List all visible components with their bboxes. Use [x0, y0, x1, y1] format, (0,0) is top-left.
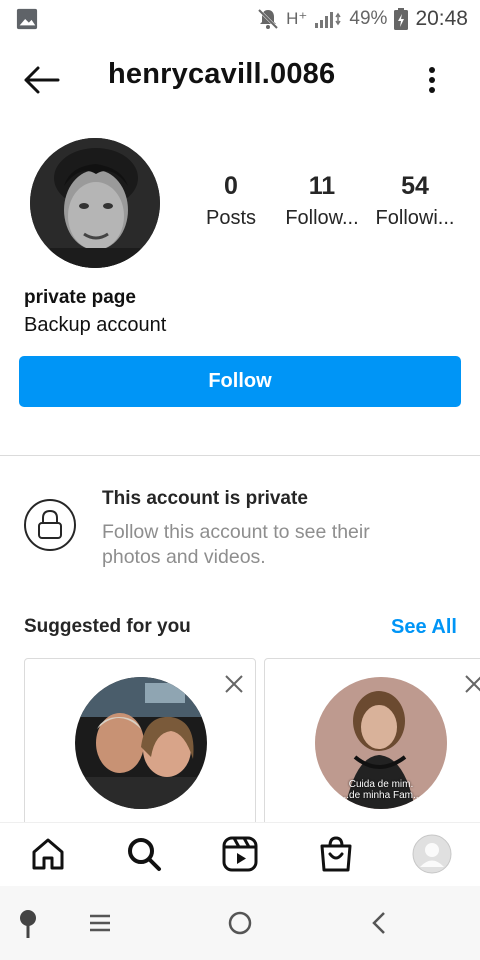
- home-circle-icon[interactable]: [224, 906, 256, 940]
- reels-icon[interactable]: [220, 834, 260, 874]
- home-icon[interactable]: [28, 834, 68, 874]
- stat-posts-value: 0: [224, 172, 238, 200]
- menu-icon[interactable]: [86, 906, 118, 940]
- stat-followers[interactable]: 11 Follow...: [282, 172, 362, 230]
- shop-icon[interactable]: [316, 834, 356, 874]
- suggested-title: Suggested for you: [24, 616, 191, 637]
- profile-username: henrycavill.0086: [108, 58, 336, 90]
- profile-display-name: private page: [24, 287, 136, 308]
- battery-icon: [394, 8, 409, 30]
- suggested-avatar[interactable]: Cuida de mim. ...de minha Fam...: [315, 677, 447, 809]
- back-arrow-icon[interactable]: [22, 62, 62, 98]
- private-account-title: This account is private: [102, 488, 308, 509]
- close-icon[interactable]: [463, 673, 480, 695]
- see-all-link[interactable]: See All: [391, 616, 457, 639]
- network-type: H⁺: [286, 9, 308, 28]
- profile-avatar[interactable]: [30, 138, 160, 268]
- follow-button[interactable]: Follow: [19, 356, 461, 407]
- stat-posts-label: Posts: [205, 207, 257, 229]
- stat-following-label: Followi...: [375, 207, 455, 229]
- lock-icon-circle: [24, 499, 76, 551]
- assistant-icon[interactable]: [14, 906, 46, 940]
- signal-icon: [315, 12, 342, 28]
- stat-following[interactable]: 54 Followi...: [372, 172, 458, 230]
- image-icon: [16, 8, 38, 30]
- stat-posts[interactable]: 0 Posts: [190, 172, 272, 230]
- more-vertical-icon[interactable]: [420, 62, 444, 98]
- stat-following-value: 54: [401, 172, 429, 200]
- stat-followers-label: Follow...: [285, 207, 359, 229]
- status-bar: H⁺ 49% 20:48: [0, 0, 480, 38]
- status-right-group: H⁺ 49% 20:48: [256, 6, 468, 32]
- suggested-photo-caption: Cuida de mim. ...de minha Fam...: [340, 779, 422, 801]
- avatar-photo: [30, 138, 160, 268]
- clock: 20:48: [415, 7, 468, 30]
- private-account-subtitle: Follow this account to see their photos …: [102, 521, 370, 568]
- stat-followers-value: 11: [308, 172, 336, 200]
- section-divider: [0, 455, 480, 456]
- suggested-avatar[interactable]: [75, 677, 207, 809]
- profile-avatar-icon[interactable]: [412, 834, 452, 874]
- back-chevron-icon[interactable]: [364, 906, 396, 940]
- close-icon[interactable]: [223, 673, 245, 695]
- search-icon[interactable]: [124, 834, 164, 874]
- suggested-photo-couple: [75, 677, 207, 809]
- bell-muted-icon: [258, 8, 279, 30]
- profile-bio: Backup account: [24, 314, 167, 336]
- lock-icon: [38, 509, 62, 539]
- battery-percent: 49%: [349, 8, 388, 29]
